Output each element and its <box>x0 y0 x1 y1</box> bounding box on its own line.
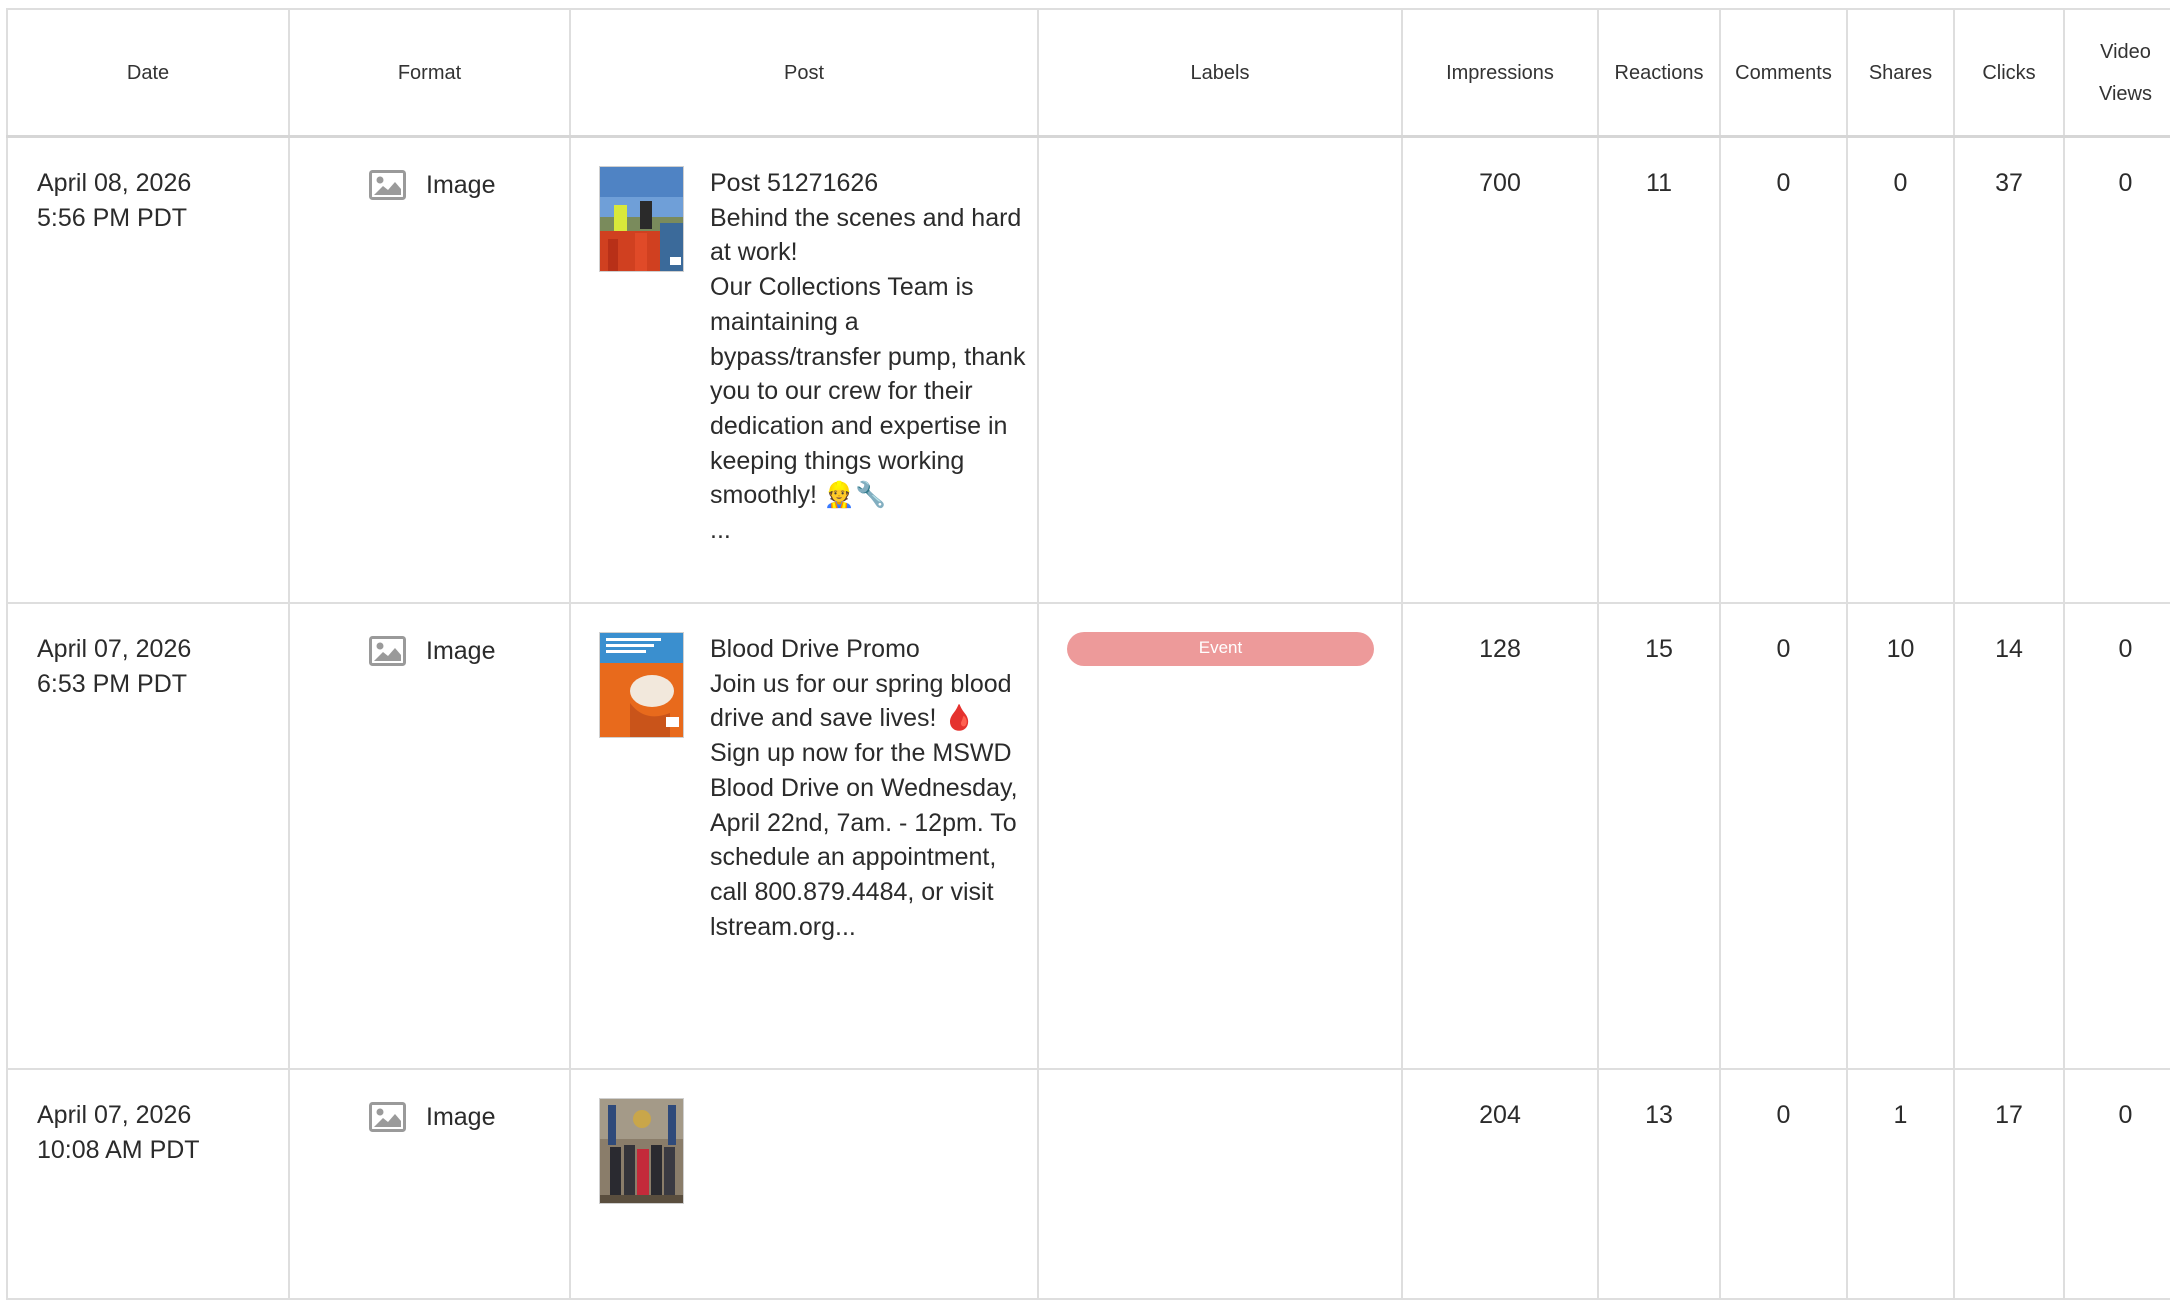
date-cell: April 07, 2026 6:53 PM PDT <box>6 602 290 1070</box>
clicks-value: 37 <box>1953 135 2065 604</box>
column-header-clicks[interactable]: Clicks <box>1953 8 2065 138</box>
column-header-format[interactable]: Format <box>288 8 571 138</box>
format-cell: Image <box>288 1068 571 1300</box>
post-thumbnail[interactable] <box>599 166 684 272</box>
post-text[interactable]: Post 51271626 Behind the scenes and hard… <box>710 166 1030 548</box>
shares-value: 0 <box>1846 135 1955 604</box>
date-cell: April 07, 2026 10:08 AM PDT <box>6 1068 290 1300</box>
header-row: Date Format Post Labels Impressions Reac… <box>6 8 2170 138</box>
post-time: 6:53 PM PDT <box>37 669 188 698</box>
video-views-value: 0 <box>2063 1068 2170 1300</box>
format-label: Image <box>426 171 496 199</box>
format-cell: Image <box>288 135 571 604</box>
comments-value: 0 <box>1719 135 1848 604</box>
reactions-value: 13 <box>1597 1068 1721 1300</box>
labels-cell[interactable]: Event <box>1037 602 1403 1070</box>
format-label: Image <box>426 637 496 665</box>
table-row[interactable]: April 07, 2026 6:53 PM PDT Image Blood D… <box>6 602 2170 1070</box>
shares-value: 1 <box>1846 1068 1955 1300</box>
post-time: 10:08 AM PDT <box>37 1135 200 1164</box>
column-header-comments[interactable]: Comments <box>1719 8 1848 138</box>
post-cell[interactable]: Post 51271626 Behind the scenes and hard… <box>569 135 1039 604</box>
table-row[interactable]: April 07, 2026 10:08 AM PDT Image 204 13… <box>6 1068 2170 1300</box>
post-time: 5:56 PM PDT <box>37 203 188 232</box>
video-views-value: 0 <box>2063 602 2170 1070</box>
column-header-video-views-line1: Video <box>2100 40 2151 63</box>
column-header-date[interactable]: Date <box>6 8 290 138</box>
post-date: April 08, 2026 <box>37 169 192 197</box>
posts-table: Date Format Post Labels Impressions Reac… <box>6 8 2170 1300</box>
impressions-value: 700 <box>1401 135 1599 604</box>
image-icon <box>369 1102 406 1133</box>
impressions-value: 128 <box>1401 602 1599 1070</box>
clicks-value: 17 <box>1953 1068 2065 1300</box>
column-header-reactions[interactable]: Reactions <box>1597 8 1721 138</box>
video-views-value: 0 <box>2063 135 2170 604</box>
labels-cell[interactable] <box>1037 135 1403 604</box>
reactions-value: 15 <box>1597 602 1721 1070</box>
clicks-value: 14 <box>1953 602 2065 1070</box>
impressions-value: 204 <box>1401 1068 1599 1300</box>
image-icon <box>369 170 406 201</box>
format-cell: Image <box>288 602 571 1070</box>
table-row[interactable]: April 08, 2026 5:56 PM PDT Image Post 51… <box>6 135 2170 604</box>
post-thumbnail[interactable] <box>599 1098 684 1204</box>
image-icon <box>369 636 406 667</box>
column-header-post[interactable]: Post <box>569 8 1039 138</box>
shares-value: 10 <box>1846 602 1955 1070</box>
post-cell[interactable]: Blood Drive Promo Join us for our spring… <box>569 602 1039 1070</box>
date-cell: April 08, 2026 5:56 PM PDT <box>6 135 290 604</box>
column-header-impressions[interactable]: Impressions <box>1401 8 1599 138</box>
reactions-value: 11 <box>1597 135 1721 604</box>
comments-value: 0 <box>1719 1068 1848 1300</box>
column-header-video-views-line2: Views <box>2099 82 2152 105</box>
post-thumbnail[interactable] <box>599 632 684 738</box>
format-label: Image <box>426 1103 496 1131</box>
post-cell[interactable] <box>569 1068 1039 1300</box>
post-date: April 07, 2026 <box>37 635 192 663</box>
post-date: April 07, 2026 <box>37 1101 192 1129</box>
comments-value: 0 <box>1719 602 1848 1070</box>
label-badge-event[interactable]: Event <box>1067 632 1374 666</box>
column-header-shares[interactable]: Shares <box>1846 8 1955 138</box>
column-header-labels[interactable]: Labels <box>1037 8 1403 138</box>
post-text[interactable]: Blood Drive Promo Join us for our spring… <box>710 632 1030 944</box>
labels-cell[interactable] <box>1037 1068 1403 1300</box>
column-header-video-views[interactable]: Video Views <box>2063 8 2170 138</box>
